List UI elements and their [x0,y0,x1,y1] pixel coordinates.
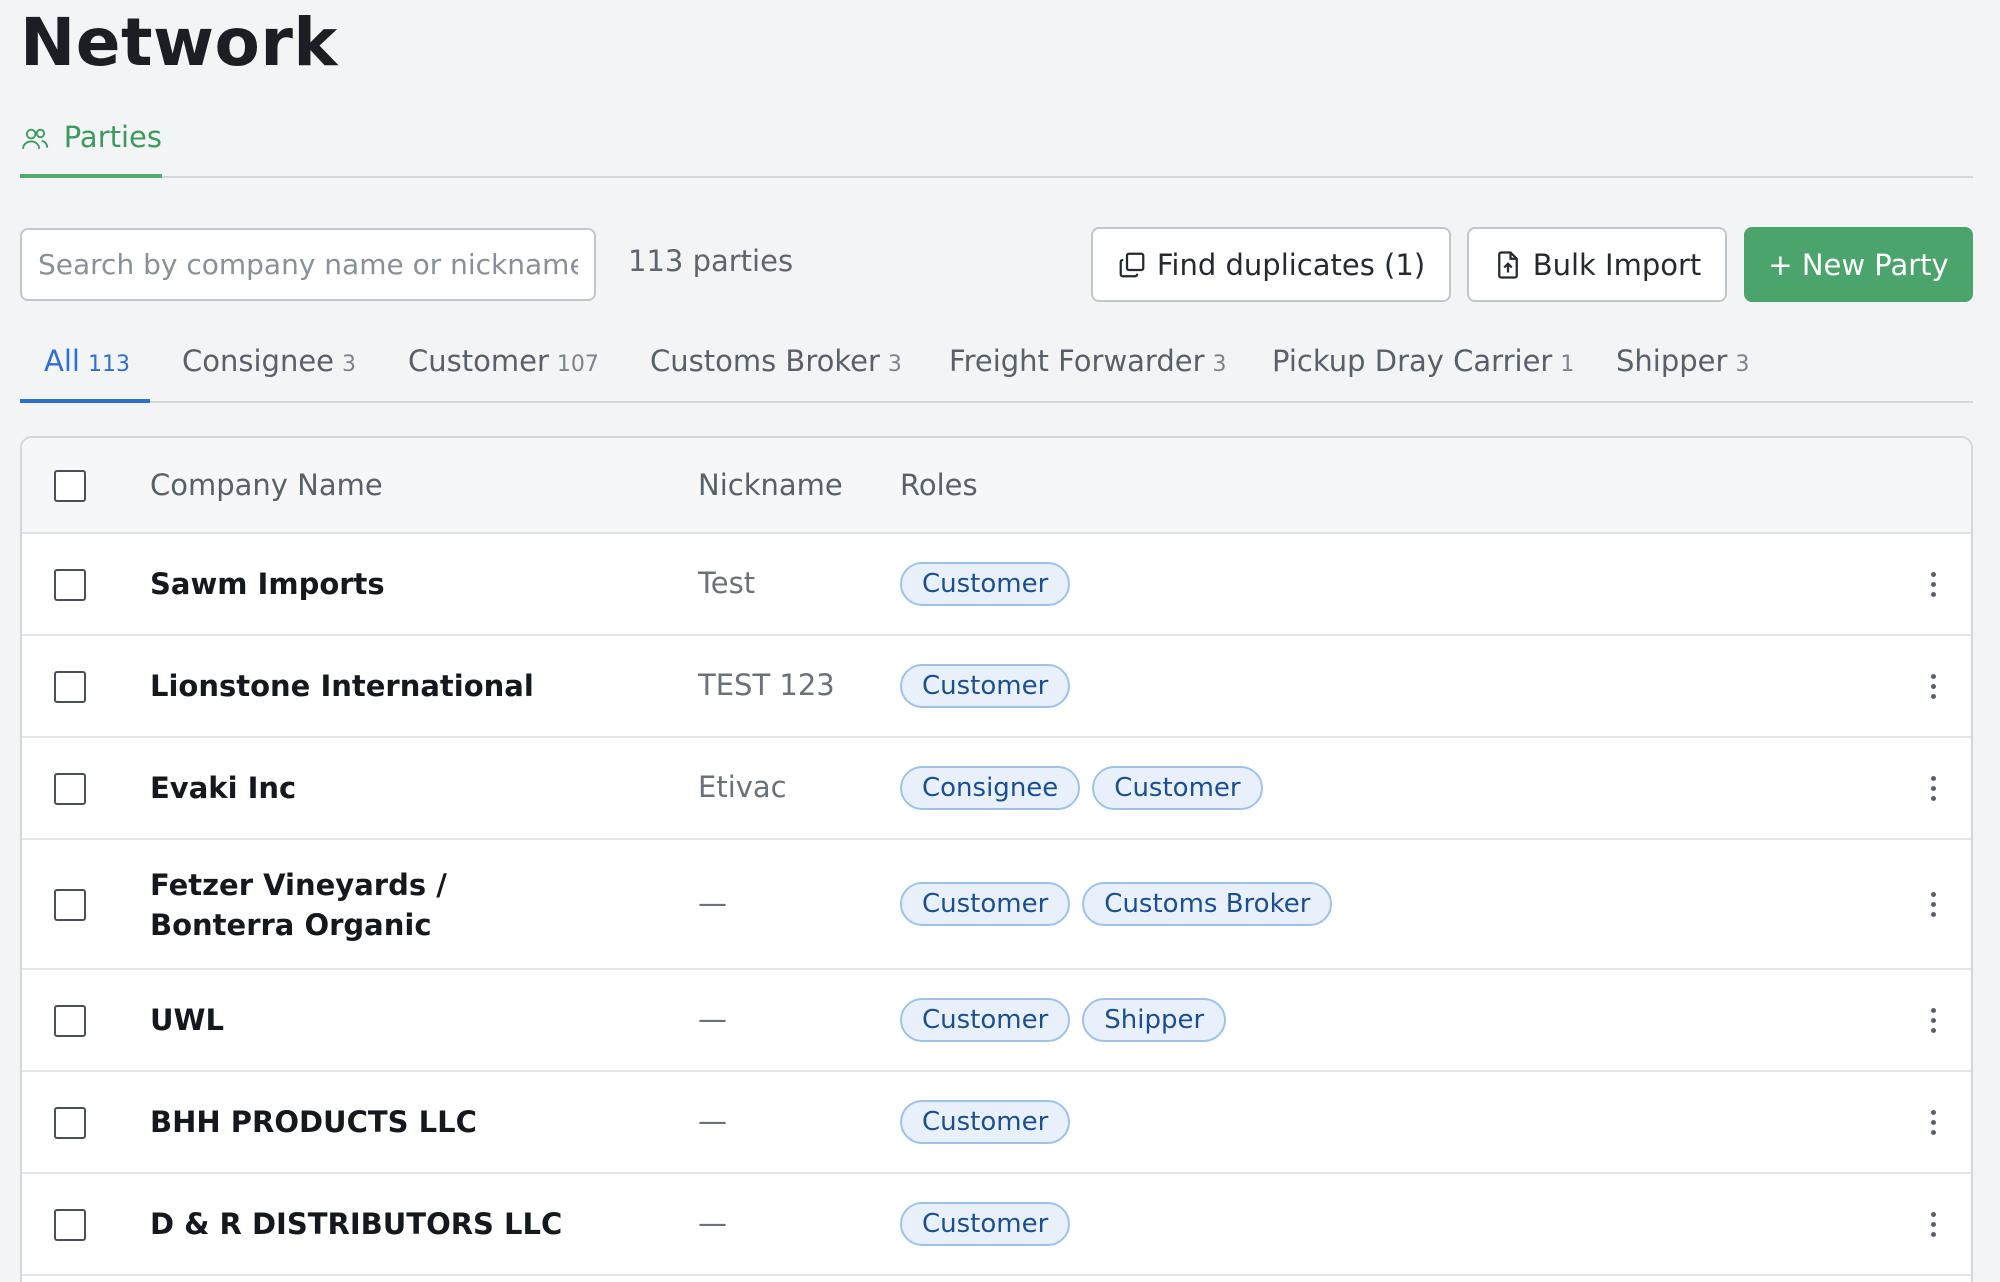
table-row[interactable]: D & R DISTRIBUTORS LLC — Customer [22,1174,1971,1276]
company-name[interactable]: D & R DISTRIBUTORS LLC [150,1204,570,1244]
role-tag: Shipper [1082,998,1227,1042]
nickname: — [698,1206,727,1240]
row-checkbox[interactable] [54,1107,86,1139]
table-row[interactable]: Fetzer Vineyards / Bonterra Organic — Cu… [22,840,1971,970]
filter-tab-count: 107 [556,352,599,377]
bulk-import-button[interactable]: Bulk Import [1467,227,1727,302]
row-checkbox[interactable] [54,671,86,703]
role-tag: Customer [900,998,1071,1042]
filter-tab-count: 3 [342,352,357,377]
filter-tab-freight-forwarder[interactable]: Freight Forwarder 3 [949,330,1227,403]
row-checkbox[interactable] [54,1209,86,1241]
nickname: Etivac [698,770,787,804]
nickname: — [698,886,727,920]
filter-tab-label: Shipper [1616,344,1728,378]
table-row[interactable]: Sawm Imports Test Customer [22,534,1971,636]
table-header: Company Name Nickname Roles [22,438,1971,534]
filter-tab-label: All [44,344,80,378]
filter-tab-count: 113 [87,352,130,377]
bulk-import-label: Bulk Import [1532,247,1702,282]
filter-tab-count: 3 [1212,352,1227,377]
filter-tab-label: Customer [408,344,549,378]
nickname: — [698,1002,727,1036]
table-row[interactable]: BHH PRODUCTS LLC — Customer [22,1072,1971,1174]
filter-tab-consignee[interactable]: Consignee 3 [182,330,356,403]
role-tag: Customer [1092,766,1263,810]
new-party-button[interactable]: + New Party [1744,227,1973,302]
company-name[interactable]: Evaki Inc [150,768,570,808]
row-menu-icon[interactable] [1918,884,1948,924]
roles-cell: Customer [900,1100,1071,1144]
filter-tab-count: 3 [887,352,902,377]
roles-cell: Customer Customs Broker [900,882,1333,926]
duplicate-icon [1119,252,1145,277]
nickname: — [698,1104,727,1138]
party-count: 113 parties [628,244,794,278]
search-input[interactable] [20,228,596,301]
table-row[interactable]: UWL — Customer Shipper [22,970,1971,1072]
filter-tab-label: Freight Forwarder [949,344,1205,378]
filter-tab-customs-broker[interactable]: Customs Broker 3 [650,330,902,403]
role-filter-tabs: All 113 Consignee 3 Customer 107 Customs Br… [20,330,1973,403]
role-tag: Customs Broker [1082,882,1333,926]
column-header-nickname[interactable]: Nickname [698,468,843,502]
file-upload-icon [1497,250,1518,279]
row-checkbox[interactable] [54,773,86,805]
column-header-company[interactable]: Company Name [150,468,383,502]
row-menu-icon[interactable] [1918,564,1948,604]
role-tag: Customer [900,562,1071,606]
table-row[interactable]: Lionstone International TEST 123 Custome… [22,636,1971,738]
nickname: Test [698,566,756,600]
filter-tab-label: Pickup Dray Carrier [1272,344,1553,378]
table-row[interactable]: Evaki Inc Etivac Consignee Customer [22,738,1971,840]
row-menu-icon[interactable] [1918,1204,1948,1244]
page-tabs: Parties [20,112,1973,178]
users-icon [22,128,49,149]
tab-parties[interactable]: Parties [20,112,162,178]
filter-tab-count: 3 [1735,352,1750,377]
roles-cell: Customer [900,1202,1071,1246]
row-menu-icon[interactable] [1918,1102,1948,1142]
row-menu-icon[interactable] [1918,1000,1948,1040]
column-header-roles: Roles [900,468,978,502]
role-tag: Consignee [900,766,1081,810]
roles-cell: Customer Shipper [900,998,1227,1042]
roles-cell: Consignee Customer [900,766,1263,810]
role-tag: Customer [900,1100,1071,1144]
company-name[interactable]: Lionstone International [150,666,570,706]
role-tag: Customer [900,882,1071,926]
find-duplicates-label: Find duplicates (1) [1156,247,1426,282]
filter-tab-pickup-dray-carrier[interactable]: Pickup Dray Carrier 1 [1272,330,1574,403]
tab-parties-label: Parties [63,120,162,154]
filter-tab-label: Consignee [182,344,335,378]
filter-tab-count: 1 [1560,352,1575,377]
role-tag: Customer [900,1202,1071,1246]
company-name[interactable]: UWL [150,1000,570,1040]
parties-table: Company Name Nickname Roles Sawm Imports… [20,436,1973,1282]
row-checkbox[interactable] [54,1005,86,1037]
roles-cell: Customer [900,664,1071,708]
filter-tab-shipper[interactable]: Shipper 3 [1616,330,1749,403]
roles-cell: Customer [900,562,1071,606]
row-menu-icon[interactable] [1918,768,1948,808]
row-checkbox[interactable] [54,569,86,601]
filter-tab-all[interactable]: All 113 [20,330,150,403]
select-all-checkbox[interactable] [54,470,86,502]
new-party-label: + New Party [1768,247,1949,282]
company-name[interactable]: Sawm Imports [150,564,570,604]
page-title: Network [20,4,338,81]
find-duplicates-button[interactable]: Find duplicates (1) [1091,227,1451,302]
filter-tab-label: Customs Broker [650,344,880,378]
company-name[interactable]: BHH PRODUCTS LLC [150,1102,570,1142]
role-tag: Customer [900,664,1071,708]
row-menu-icon[interactable] [1918,666,1948,706]
row-checkbox[interactable] [54,889,86,921]
filter-tab-customer[interactable]: Customer 107 [408,330,599,403]
company-name[interactable]: Fetzer Vineyards / Bonterra Organic [150,865,570,945]
nickname: TEST 123 [698,668,835,702]
